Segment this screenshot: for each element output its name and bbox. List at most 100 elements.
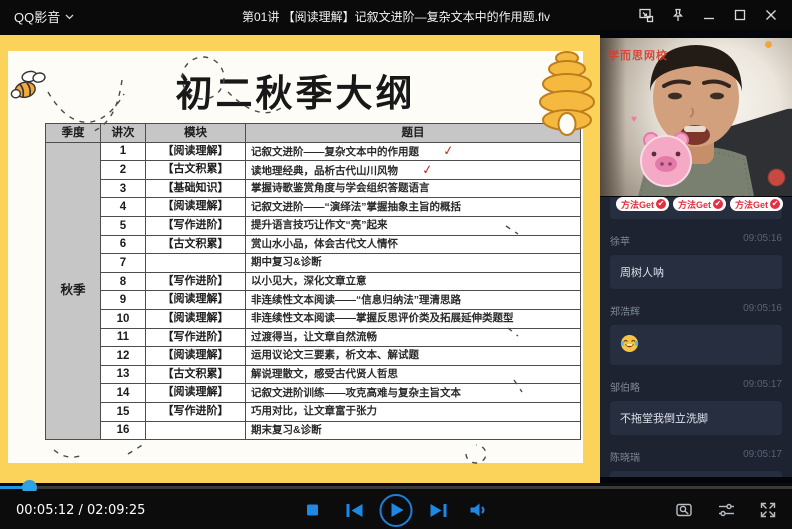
module-cell: 【写作进阶】	[146, 402, 246, 421]
slide-card: 初二秋季大纲 季度 讲次 模块 题目 秋季1【阅读理解】记叙文进阶——复杂文本中…	[8, 51, 583, 463]
table-row: 6【古文积累】赏山水小品，体会古代文人情怀	[46, 235, 581, 254]
lesson-no-cell: 16	[101, 421, 146, 440]
pin-icon	[671, 8, 685, 23]
settings-sliders-button[interactable]	[713, 491, 739, 529]
next-button[interactable]	[421, 491, 455, 529]
topic-cell: 赏山水小品，体会古代文人情怀	[246, 235, 581, 254]
topic-cell: 期末复习&诊断	[246, 421, 581, 440]
topic-cell: 读地理经典，品析古代山川风物 ✓	[246, 161, 581, 180]
module-cell: 【写作进阶】	[146, 216, 246, 235]
volume-icon	[471, 503, 489, 517]
teacher-webcam: 学而思网校 ♥	[600, 38, 792, 196]
topic-text: 以小见大，深化文章立意	[251, 275, 367, 287]
course-outline-table: 季度 讲次 模块 题目 秋季1【阅读理解】记叙文进阶——复杂文本中的作用题✓2【…	[45, 123, 581, 440]
table-header-row: 季度 讲次 模块 题目	[46, 124, 581, 143]
lesson-no-cell: 12	[101, 347, 146, 366]
chat-panel[interactable]: 方法Get✔ 方法Get✔ 方法Get✔ 徐苹09:05:16周树人呐郑浩辉09…	[600, 197, 792, 477]
stop-button[interactable]	[296, 491, 330, 529]
lesson-no-cell: 6	[101, 235, 146, 254]
topic-text: 记叙文进阶训练——攻克高难与复杂主旨文本	[251, 387, 461, 399]
module-cell	[146, 254, 246, 273]
table-row: 10【阅读理解】非连续性文本阅读——掌握反思评价类及拓展延伸类题型	[46, 309, 581, 328]
playback-controls	[296, 491, 497, 529]
volume-button[interactable]	[463, 491, 497, 529]
table-row: 9【阅读理解】非连续性文本阅读——“信息归纳法”理清思路	[46, 291, 581, 310]
topic-cell: 记叙文进阶——“演绎法”掌握抽象主旨的概括	[246, 198, 581, 217]
module-cell: 【阅读理解】	[146, 291, 246, 310]
previous-button[interactable]	[338, 491, 372, 529]
play-button[interactable]	[380, 494, 413, 527]
lesson-no-cell: 5	[101, 216, 146, 235]
seek-bar[interactable]	[0, 483, 792, 491]
close-button[interactable]	[755, 0, 786, 30]
module-cell: 【古文积累】	[146, 365, 246, 384]
header-topic: 题目	[246, 124, 581, 143]
player-controls: 00:05:12 / 02:09:25	[0, 491, 792, 529]
module-cell: 【阅读理解】	[146, 198, 246, 217]
red-checkmark-icon: ✓	[421, 162, 434, 177]
fullscreen-button[interactable]	[755, 491, 781, 529]
table-row: 4【阅读理解】记叙文进阶——“演绎法”掌握抽象主旨的概括	[46, 198, 581, 217]
chevron-down-icon	[65, 14, 74, 20]
minimize-button[interactable]	[693, 0, 724, 30]
table-row: 5【写作进阶】提升语言技巧让作文“亮”起来	[46, 216, 581, 235]
lesson-slide: 初二秋季大纲 季度 讲次 模块 题目 秋季1【阅读理解】记叙文进阶——复杂文本中…	[0, 30, 600, 483]
lesson-no-cell: 4	[101, 198, 146, 217]
app-menu[interactable]: QQ影音	[14, 7, 74, 26]
chat-bubble-pills: 方法Get✔ 方法Get✔ 方法Get✔	[610, 197, 782, 219]
app-name-label: QQ影音	[14, 7, 60, 26]
video-title: 第01讲 【阅读理解】记叙文进阶—复杂文本中的作用题.flv	[242, 8, 550, 25]
chat-bubble: 周树人呐	[610, 255, 782, 289]
topic-cell: 过渡得当，让文章自然流畅	[246, 328, 581, 347]
settings-sliders-icon	[718, 502, 735, 518]
toolbox-button[interactable]	[671, 491, 697, 529]
titlebar: QQ影音 第01讲 【阅读理解】记叙文进阶—复杂文本中的作用题.flv	[0, 0, 792, 30]
topic-cell: 非连续性文本阅读——“信息归纳法”理清思路	[246, 291, 581, 310]
topic-text: 记叙文进阶——“演绎法”掌握抽象主旨的概括	[251, 201, 461, 213]
topic-text: 运用议论文三要素，析文本、解试题	[251, 349, 419, 361]
outline-table-body: 秋季1【阅读理解】记叙文进阶——复杂文本中的作用题✓2【古文积累】读地理经典，品…	[46, 142, 581, 440]
lesson-no-cell: 9	[101, 291, 146, 310]
right-panel: 学而思网校 ♥ 方法Get✔	[600, 30, 792, 483]
topic-text: 非连续性文本阅读——掌握反思评价类及拓展延伸类题型	[251, 312, 514, 324]
play-icon	[392, 503, 404, 517]
season-cell: 秋季	[46, 142, 101, 440]
topic-cell: 巧用对比，让文章富于张力	[246, 402, 581, 421]
time-display: 00:05:12 / 02:09:25	[16, 503, 145, 518]
maximize-button[interactable]	[724, 0, 755, 30]
method-get-badge: 方法Get✔	[673, 197, 726, 211]
module-cell: 【古文积累】	[146, 235, 246, 254]
lesson-no-cell: 13	[101, 365, 146, 384]
lesson-no-cell: 15	[101, 402, 146, 421]
maximize-icon	[734, 9, 746, 21]
table-row: 2【古文积累】读地理经典，品析古代山川风物✓	[46, 161, 581, 180]
chat-message: 郑浩辉09:05:16	[610, 303, 782, 365]
slide-title: 初二秋季大纲	[8, 63, 583, 117]
progress-track[interactable]	[0, 486, 792, 489]
check-icon: ✔	[770, 199, 780, 209]
topic-cell: 掌握诗歌鉴赏角度与学会组织答题语言	[246, 179, 581, 198]
module-cell: 【阅读理解】	[146, 142, 246, 161]
lesson-no-cell: 1	[101, 142, 146, 161]
chat-bubble: 不要古文	[610, 471, 782, 477]
module-cell: 【阅读理解】	[146, 309, 246, 328]
module-cell: 【写作进阶】	[146, 272, 246, 291]
pin-button[interactable]	[662, 0, 693, 30]
topic-text: 记叙文进阶——复杂文本中的作用题	[251, 146, 419, 158]
topic-text: 巧用对比，让文章富于张力	[251, 405, 377, 417]
pig-sticker	[638, 128, 696, 190]
topic-text: 掌握诗歌鉴赏角度与学会组织答题语言	[251, 182, 430, 194]
previous-icon	[346, 504, 363, 517]
chat-messages: 徐苹09:05:16周树人呐郑浩辉09:05:16 邹伯略09:05:17不拖堂…	[610, 233, 782, 477]
topic-text: 读地理经典，品析古代山川风物	[251, 165, 398, 177]
table-row: 3【基础知识】掌握诗歌鉴赏角度与学会组织答题语言	[46, 179, 581, 198]
chat-bubble	[610, 325, 782, 365]
chat-user-name: 邹伯略	[610, 379, 640, 394]
table-row: 秋季1【阅读理解】记叙文进阶——复杂文本中的作用题✓	[46, 142, 581, 161]
topic-text: 赏山水小品，体会古代文人情怀	[251, 238, 398, 250]
mini-mode-icon	[639, 8, 654, 23]
lesson-no-cell: 2	[101, 161, 146, 180]
lesson-no-cell: 7	[101, 254, 146, 273]
mini-mode-button[interactable]	[631, 0, 662, 30]
chat-timestamp: 09:05:17	[743, 379, 782, 394]
